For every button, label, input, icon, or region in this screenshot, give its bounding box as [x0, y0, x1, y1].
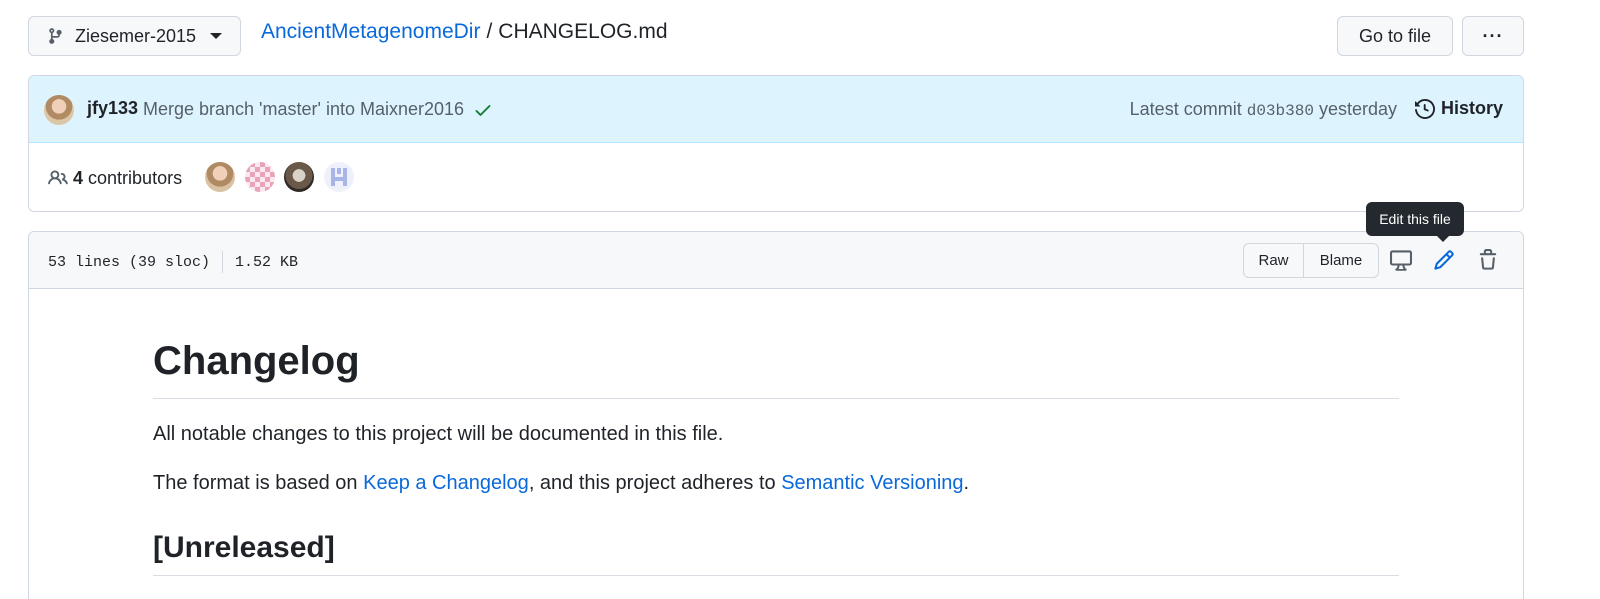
latest-commit-info: Latest commit d03b380 yesterday: [1130, 99, 1397, 120]
file-info: 53 lines (39 sloc) 1.52 KB: [48, 251, 298, 273]
contributors-row: 4 contributors: [29, 143, 1523, 211]
desktop-icon[interactable]: [1390, 249, 1412, 271]
commit-time: yesterday: [1318, 99, 1397, 119]
divider: [222, 251, 224, 273]
more-options-button[interactable]: ···: [1462, 16, 1524, 56]
file-viewer: 53 lines (39 sloc) 1.52 KB Raw Blame Cha…: [28, 231, 1524, 599]
history-link[interactable]: History: [1414, 98, 1503, 119]
breadcrumb-file: CHANGELOG.md: [498, 20, 668, 43]
chevron-down-icon: [210, 33, 223, 39]
trash-icon[interactable]: [1477, 249, 1499, 271]
format-text-prefix: The format is based on: [153, 472, 364, 494]
contributor-avatar[interactable]: [324, 162, 354, 192]
semantic-versioning-link[interactable]: Semantic Versioning: [781, 472, 963, 494]
commit-box: jfy133 Merge branch 'master' into Maixne…: [28, 75, 1524, 212]
go-to-file-button[interactable]: Go to file: [1337, 16, 1453, 56]
unreleased-heading: [Unreleased]: [153, 531, 1399, 576]
contributor-avatar[interactable]: [245, 162, 275, 192]
check-icon[interactable]: [473, 100, 493, 120]
contributor-avatar[interactable]: [205, 162, 235, 192]
file-view-buttons: Raw Blame: [1243, 243, 1379, 278]
edit-file-tooltip: Edit this file: [1366, 202, 1464, 242]
breadcrumb-separator: /: [486, 20, 493, 43]
breadcrumb-repo-link[interactable]: AncientMetagenomeDir: [261, 20, 480, 43]
raw-button[interactable]: Raw: [1244, 244, 1304, 277]
intro-paragraph: All notable changes to this project will…: [153, 423, 724, 445]
branch-icon: [49, 28, 62, 44]
contributors-count: 4: [73, 168, 84, 188]
contributors-label: contributors: [88, 168, 183, 188]
latest-commit-row: jfy133 Merge branch 'master' into Maixne…: [29, 76, 1523, 143]
identicon-icon: [331, 168, 347, 186]
pencil-icon[interactable]: [1433, 249, 1455, 271]
file-line-count: 53 lines (39 sloc): [48, 253, 211, 271]
kebab-horizontal-icon: ···: [1482, 25, 1504, 46]
commit-message-link[interactable]: Merge branch 'master' into Maixner2016: [143, 99, 464, 120]
commit-author-avatar[interactable]: [44, 95, 74, 125]
blame-button[interactable]: Blame: [1304, 244, 1378, 277]
branch-select-button[interactable]: Ziesemer-2015: [28, 16, 241, 56]
file-size: 1.52 KB: [235, 253, 299, 271]
contributor-avatar[interactable]: [284, 162, 314, 192]
file-header: 53 lines (39 sloc) 1.52 KB Raw Blame: [29, 232, 1523, 289]
keep-a-changelog-link[interactable]: Keep a Changelog: [363, 472, 529, 494]
branch-name: Ziesemer-2015: [75, 25, 197, 46]
contributors-link[interactable]: 4 contributors: [73, 168, 182, 189]
commit-author-link[interactable]: jfy133: [87, 98, 138, 119]
format-paragraph: The format is based on Keep a Changelog,…: [153, 472, 969, 495]
changelog-heading: Changelog: [153, 339, 1399, 399]
people-icon: [48, 170, 68, 185]
breadcrumb: AncientMetagenomeDir / CHANGELOG.md: [261, 18, 668, 46]
format-text-suffix: .: [963, 472, 970, 494]
commit-sha-link[interactable]: d03b380: [1247, 102, 1314, 120]
latest-commit-label: Latest commit: [1129, 99, 1242, 119]
history-icon: [1414, 98, 1435, 119]
format-text-middle: , and this project adheres to: [528, 472, 782, 494]
history-label: History: [1440, 98, 1503, 118]
